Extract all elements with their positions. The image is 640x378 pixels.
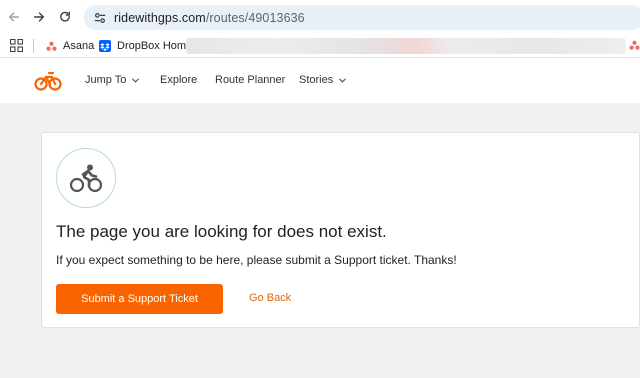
nav-stories[interactable]: Stories	[299, 74, 347, 86]
error-title: The page you are looking for does not ex…	[56, 222, 387, 241]
apps-grid-icon[interactable]	[10, 39, 23, 52]
go-back-link[interactable]: Go Back	[249, 292, 291, 304]
nav-label: Stories	[299, 74, 334, 86]
chevron-down-icon	[339, 78, 347, 83]
asana-icon[interactable]	[629, 40, 640, 51]
cyclist-icon	[69, 164, 103, 193]
cyclist-badge	[56, 148, 116, 208]
forward-arrow-icon[interactable]	[29, 7, 49, 27]
error-message: If you expect something to be here, plea…	[56, 253, 457, 267]
address-bar[interactable]: ridewithgps.com/routes/49013636	[84, 5, 640, 30]
bookmark-label: Asana	[63, 40, 95, 52]
error-card: The page you are looking for does not ex…	[41, 132, 640, 328]
ridewithgps-logo-icon[interactable]	[34, 68, 62, 92]
nav-route-planner[interactable]: Route Planner	[215, 74, 285, 86]
site-settings-icon[interactable]	[92, 10, 108, 26]
nav-explore[interactable]: Explore	[160, 74, 197, 86]
url-host: ridewithgps.com	[114, 10, 206, 25]
asana-icon	[45, 40, 57, 52]
url-text: ridewithgps.com/routes/49013636	[114, 11, 305, 25]
dropbox-icon	[99, 40, 111, 52]
back-arrow-icon[interactable]	[4, 7, 24, 27]
submit-support-ticket-button[interactable]: Submit a Support Ticket	[56, 284, 223, 314]
chevron-down-icon	[132, 78, 140, 83]
nav-label: Jump To	[85, 74, 127, 86]
reload-icon[interactable]	[55, 7, 75, 27]
bookmarks-bar: Asana DropBox Home	[0, 34, 640, 58]
bookmark-asana[interactable]: Asana	[45, 37, 94, 55]
bookmark-dropbox-home[interactable]: DropBox Home	[99, 37, 192, 55]
nav-label: Explore	[160, 74, 198, 86]
nav-jump-to[interactable]: Jump To	[85, 74, 140, 86]
bookmarks-divider	[33, 39, 34, 53]
bookmark-label: DropBox Home	[117, 40, 193, 52]
url-path: /routes/49013636	[205, 10, 305, 25]
redacted-bookmarks	[186, 38, 626, 54]
browser-toolbar: ridewithgps.com/routes/49013636	[0, 0, 640, 34]
site-header: Jump To Explore Route Planner Stories	[0, 58, 640, 103]
nav-label: Route Planner	[215, 74, 286, 86]
